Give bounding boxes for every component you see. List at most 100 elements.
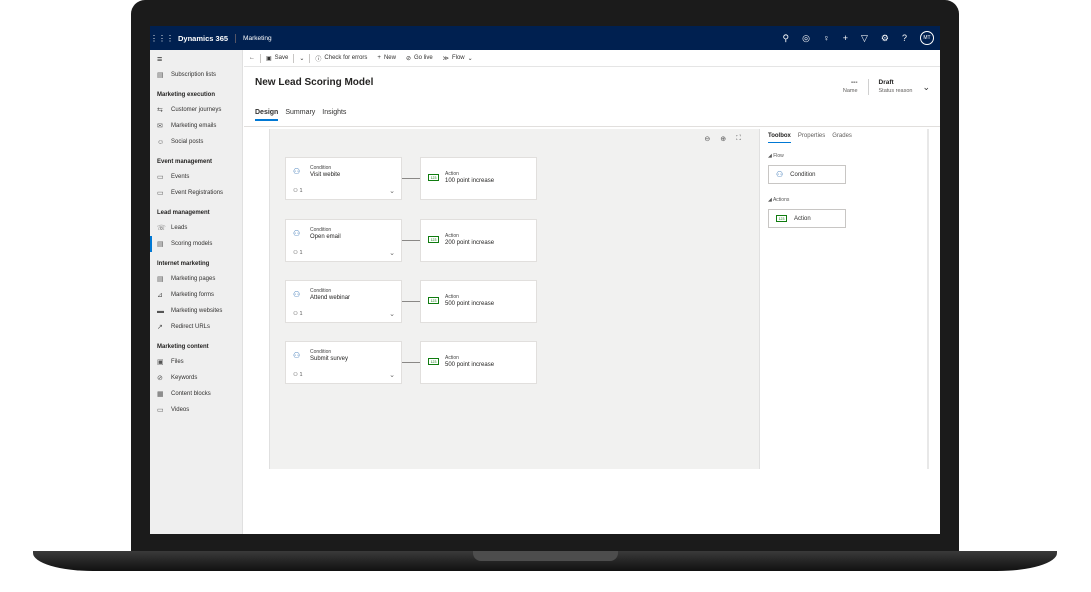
command-bar: ← ▣ Save ⌄ ⓘ Check for errors + New ⊘ Go liv… (244, 50, 940, 67)
sitemap-sidebar: ≡ ▤ Subscription lists Marketing executio… (150, 50, 243, 534)
form-icon: ⊿ (157, 292, 163, 299)
top-nav-bar: ⋮⋮⋮ Dynamics 365 Marketing ⚲ ◎ ♀ + ▽ ⚙ ?… (150, 26, 940, 50)
sidebar-item-keywords[interactable]: ⊘ Keywords (150, 370, 242, 386)
sidebar-item-scoring-models[interactable]: ▤ Scoring models (150, 236, 242, 252)
panel-scrollbar[interactable] (927, 129, 929, 469)
sidebar-item-customer-journeys[interactable]: ⇆ Customer journeys (150, 102, 242, 118)
check-for-errors-button[interactable]: ⓘ Check for errors (310, 54, 372, 63)
sidebar-group-title: Internet marketing (157, 261, 210, 267)
calendar-icon: ▭ (157, 174, 164, 181)
condition-tile[interactable]: ⚇ Condition Attend webinar ⚇ 1 ⌄ (285, 280, 402, 323)
target-icon[interactable]: ◎ (802, 33, 810, 44)
file-icon: ▣ (157, 359, 164, 366)
sidebar-item-subscription-lists[interactable]: ▤ Subscription lists (150, 67, 242, 83)
hierarchy-icon: ⚇ (293, 188, 298, 194)
module-name[interactable]: Marketing (236, 35, 272, 42)
designer-canvas[interactable]: ⊖ ⊕ ⛶ ⚇ Condition Visit webite ⚇ 1 ⌄ 123… (270, 129, 759, 469)
laptop-frame: ⋮⋮⋮ Dynamics 365 Marketing ⚲ ◎ ♀ + ▽ ⚙ ?… (0, 0, 1091, 592)
avatar[interactable]: MT (920, 31, 934, 45)
status-reason-field[interactable]: Draft Status reason (879, 79, 913, 94)
hierarchy-icon: ⚇ (293, 250, 298, 256)
canvas-left-gutter (252, 129, 270, 469)
connector-line (402, 240, 420, 241)
laptop-notch (473, 551, 618, 561)
flow-section-header[interactable]: ◢ Flow (768, 153, 784, 159)
condition-count: ⚇ 1 (293, 372, 303, 378)
sidebar-item-videos[interactable]: ▭ Videos (150, 402, 242, 418)
hierarchy-icon: ⚇ (293, 311, 298, 317)
tab-toolbox[interactable]: Toolbox (768, 133, 791, 143)
redirect-icon: ↗ (157, 324, 163, 331)
condition-tile[interactable]: ⚇ Condition Submit survey ⚇ 1 ⌄ (285, 341, 402, 384)
condition-icon: ⚇ (293, 351, 301, 360)
sidebar-item-marketing-emails[interactable]: ✉ Marketing emails (150, 118, 242, 134)
chevron-down-icon[interactable]: ⌄ (389, 187, 395, 195)
zoom-out-icon[interactable]: ⊖ (704, 135, 710, 143)
back-button[interactable]: ← (244, 55, 260, 61)
chevron-down-icon[interactable]: ⌄ (389, 371, 395, 379)
condition-tile[interactable]: ⚇ Condition Open email ⚇ 1 ⌄ (285, 219, 402, 262)
action-tile[interactable]: 123 Action 200 point increase (420, 219, 537, 262)
condition-tile[interactable]: ⚇ Condition Visit webite ⚇ 1 ⌄ (285, 157, 402, 200)
sidebar-item-marketing-pages[interactable]: ▤ Marketing pages (150, 271, 242, 287)
sidebar-item-redirect-urls[interactable]: ↗ Redirect URLs (150, 319, 242, 335)
leads-icon: ☏ (157, 225, 166, 232)
flow-icon: ≫ (442, 55, 449, 62)
go-live-button[interactable]: ⊘ Go live (401, 55, 438, 62)
save-button[interactable]: ▣ Save (261, 55, 293, 62)
connector-line (402, 301, 420, 302)
tab-design[interactable]: Design (255, 109, 279, 121)
tab-summary[interactable]: Summary (285, 109, 315, 121)
sidebar-item-leads[interactable]: ☏ Leads (150, 220, 242, 236)
record-header: New Lead Scoring Model --- Name Draft St… (244, 67, 940, 127)
chevron-down-icon[interactable]: ⌄ (389, 310, 395, 318)
toolbox-condition-tile[interactable]: ⚇ Condition (768, 165, 846, 184)
zoom-in-icon[interactable]: ⊕ (720, 135, 726, 143)
condition-count: ⚇ 1 (293, 250, 303, 256)
tab-grades[interactable]: Grades (832, 133, 852, 143)
action-tile[interactable]: 123 Action 500 point increase (420, 341, 537, 384)
sidebar-item-events[interactable]: ▭ Events (150, 169, 242, 185)
action-tile[interactable]: 123 Action 100 point increase (420, 157, 537, 200)
journey-icon: ⇆ (157, 107, 163, 114)
sidebar-item-social-posts[interactable]: ☺ Social posts (150, 134, 242, 150)
scoring-icon: ▤ (157, 241, 164, 248)
sidebar-group-title: Lead management (157, 210, 210, 216)
sidebar-item-event-registrations[interactable]: ▭ Event Registrations (150, 185, 242, 201)
action-tile[interactable]: 123 Action 500 point increase (420, 280, 537, 323)
app-name[interactable]: Dynamics 365 (172, 33, 237, 43)
new-button[interactable]: + New (372, 55, 401, 61)
sidebar-item-marketing-websites[interactable]: ▬ Marketing websites (150, 303, 242, 319)
flow-button[interactable]: ≫ Flow ⌄ (438, 55, 478, 62)
plus-icon[interactable]: + (843, 33, 848, 43)
filter-icon[interactable]: ▽ (861, 33, 868, 44)
chevron-down-icon: ⌄ (467, 55, 473, 62)
sidebar-item-marketing-forms[interactable]: ⊿ Marketing forms (150, 287, 242, 303)
action-icon: 123 (428, 358, 439, 365)
action-icon: 123 (776, 215, 787, 222)
fit-to-screen-icon[interactable]: ⛶ (736, 135, 741, 143)
sidebar-item-content-blocks[interactable]: ▦ Content blocks (150, 386, 242, 402)
tab-properties[interactable]: Properties (798, 133, 825, 143)
website-icon: ▬ (157, 307, 164, 315)
expand-header-chevron-icon[interactable]: ⌄ (922, 82, 930, 93)
top-icons: ⚲ ◎ ♀ + ▽ ⚙ ? MT (783, 26, 934, 50)
toolbox-action-tile[interactable]: 123 Action (768, 209, 846, 228)
search-icon[interactable]: ⚲ (783, 33, 790, 44)
page-title: New Lead Scoring Model (255, 77, 374, 88)
lightbulb-icon[interactable]: ♀ (823, 33, 830, 43)
hamburger-menu-icon[interactable]: ≡ (150, 50, 242, 67)
laptop-lid: ⋮⋮⋮ Dynamics 365 Marketing ⚲ ◎ ♀ + ▽ ⚙ ?… (131, 0, 959, 552)
help-icon[interactable]: ? (902, 33, 907, 43)
actions-section-header[interactable]: ◢ Actions (768, 197, 789, 203)
divider (867, 79, 869, 95)
toolbox-panel: Toolbox Properties Grades ◢ Flow ⚇ Condi… (759, 129, 929, 469)
name-field[interactable]: --- Name (843, 79, 858, 94)
app-launcher-icon[interactable]: ⋮⋮⋮ (150, 34, 174, 43)
chevron-down-icon[interactable]: ⌄ (389, 249, 395, 257)
save-dropdown-chevron-icon[interactable]: ⌄ (294, 55, 309, 62)
tab-insights[interactable]: Insights (322, 109, 346, 121)
sidebar-item-files[interactable]: ▣ Files (150, 354, 242, 370)
condition-icon: ⚇ (293, 290, 301, 299)
settings-icon[interactable]: ⚙ (881, 33, 889, 44)
